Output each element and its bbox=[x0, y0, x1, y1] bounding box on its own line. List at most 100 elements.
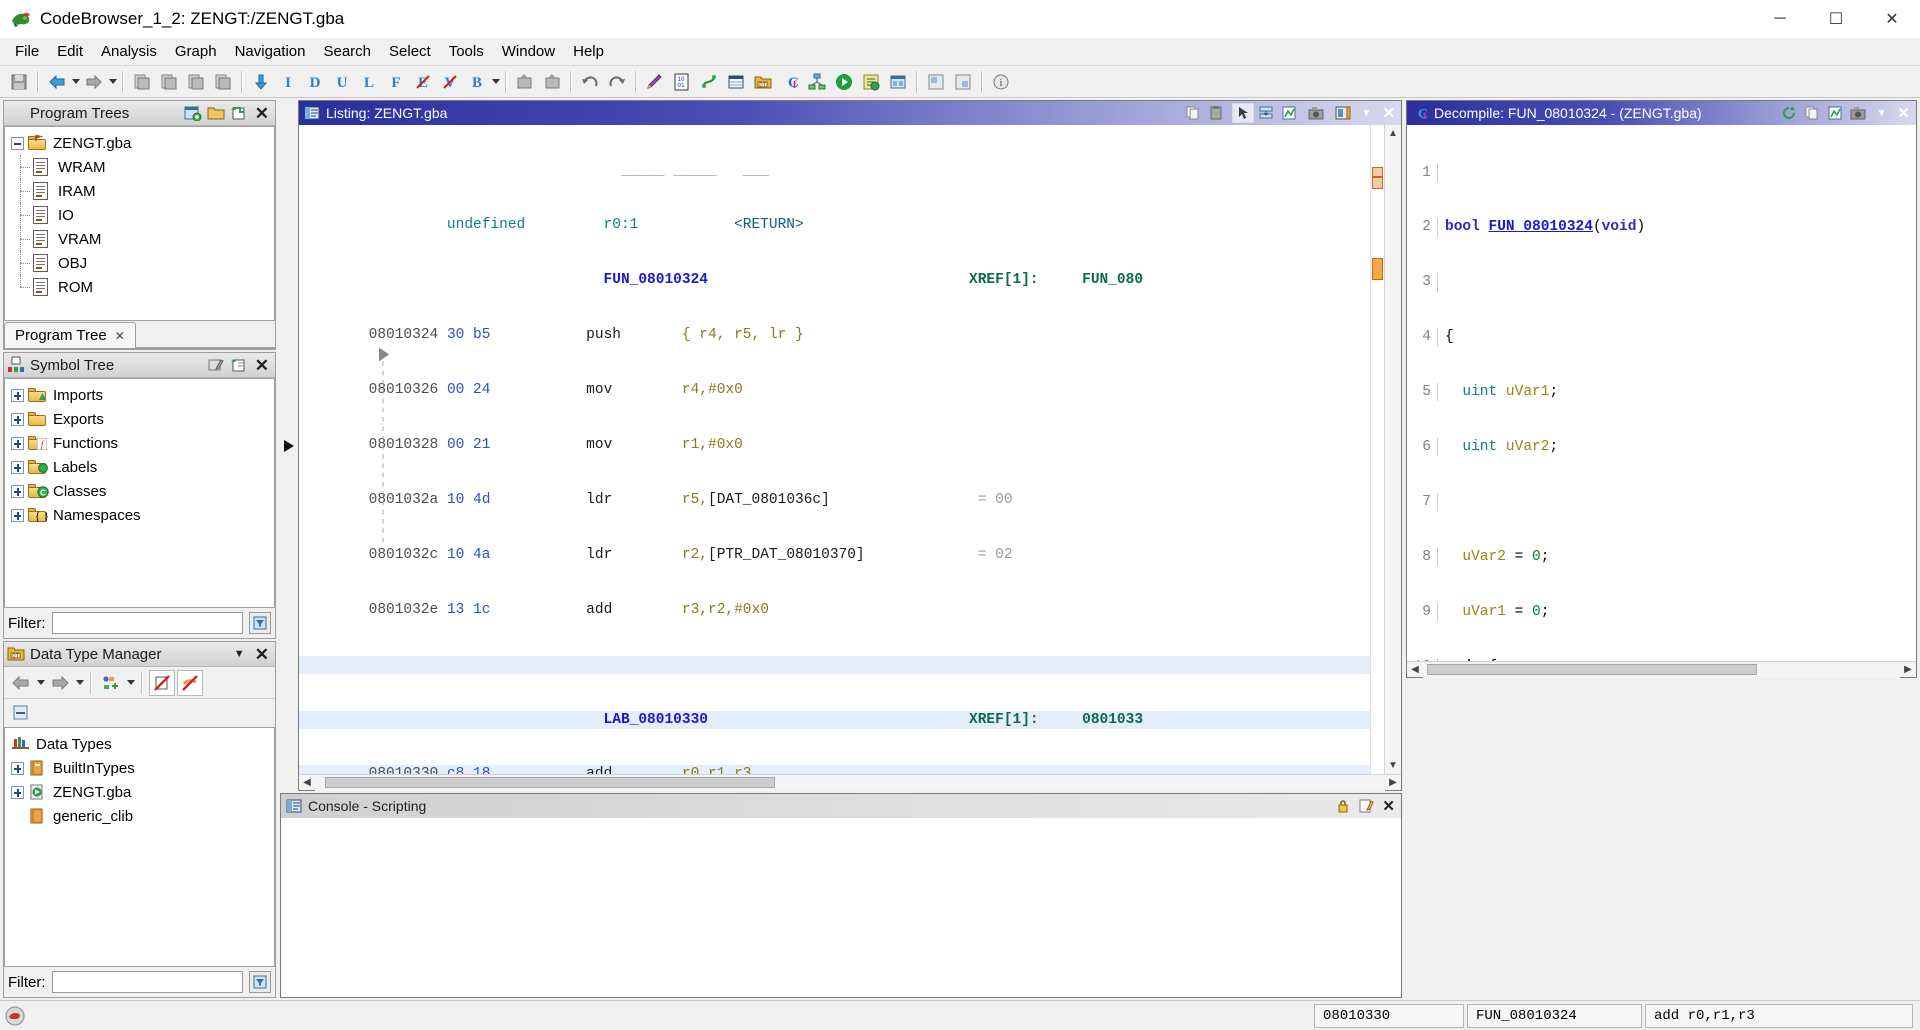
listing-row-instruction[interactable]: 0801032a 10 4d ldr r5,[DAT_0801036c] = 0… bbox=[299, 491, 1370, 509]
symbol-filter-options-icon[interactable] bbox=[249, 612, 271, 634]
symbol-node-namespaces[interactable]: { } Namespaces bbox=[7, 503, 272, 527]
paste-icon[interactable] bbox=[1205, 103, 1227, 123]
listing-close-button[interactable]: ✕ bbox=[1378, 104, 1399, 122]
listing-rows[interactable]: _____ _____ ___ undefined r0:1 <RETURN> … bbox=[299, 125, 1370, 774]
scroll-up-button[interactable]: ▲ bbox=[1385, 125, 1402, 142]
dtm-forward-dropdown-icon[interactable] bbox=[75, 672, 84, 694]
listing-row-instruction[interactable]: 08010326 00 24 mov r4,#0x0 bbox=[299, 381, 1370, 399]
new-datatype-icon[interactable] bbox=[98, 670, 124, 696]
undefined-filter-u-icon[interactable]: U bbox=[329, 69, 355, 95]
save-icon[interactable] bbox=[6, 69, 32, 95]
console-output-area[interactable] bbox=[281, 818, 1401, 997]
tab-program-tree[interactable]: Program Tree ✕ bbox=[4, 322, 136, 348]
symbol-table-icon[interactable] bbox=[723, 69, 749, 95]
decompiler-horizontal-scrollbar[interactable]: ◀ ▶ bbox=[1407, 661, 1916, 678]
decompiler-line[interactable]: 7 bbox=[1407, 492, 1916, 512]
clear-console-icon[interactable] bbox=[1355, 796, 1377, 816]
expand-toggle[interactable] bbox=[9, 411, 26, 428]
collapse-toggle[interactable] bbox=[9, 135, 26, 152]
data-filter-d-icon[interactable]: D bbox=[302, 69, 328, 95]
previous-location-icon[interactable] bbox=[129, 69, 155, 95]
menu-graph[interactable]: Graph bbox=[166, 40, 226, 63]
menu-navigation[interactable]: Navigation bbox=[226, 40, 315, 63]
datatype-node-zengt[interactable]: ZENGT.gba bbox=[7, 780, 272, 804]
copy-icon[interactable] bbox=[1182, 103, 1204, 123]
tree-node-vram[interactable]: VRAM bbox=[7, 227, 272, 251]
disable-filter-arrays-icon[interactable] bbox=[149, 669, 175, 696]
datatype-node-root[interactable]: Data Types bbox=[7, 732, 272, 756]
label-filter-l-icon[interactable]: L bbox=[356, 69, 382, 95]
create-folder-icon[interactable] bbox=[183, 103, 204, 124]
menu-analysis[interactable]: Analysis bbox=[92, 40, 166, 63]
close-button[interactable]: ✕ bbox=[1864, 0, 1920, 38]
instruction-filter-i-icon[interactable]: I bbox=[275, 69, 301, 95]
listing-row-instruction[interactable]: 08010328 00 21 mov r1,#0x0 bbox=[299, 436, 1370, 454]
listing-row-instruction[interactable]: 0801032e 13 1c add r3,r2,#0x0 bbox=[299, 601, 1370, 619]
listing-row-label[interactable]: LAB_08010330 XREF[1]: 0801033 bbox=[299, 710, 1370, 729]
forward-dropdown-icon[interactable] bbox=[108, 71, 117, 93]
minimize-button[interactable]: ─ bbox=[1752, 0, 1808, 38]
lock-icon[interactable] bbox=[1332, 796, 1354, 816]
decompiler-line[interactable]: 6 uint uVar2; bbox=[1407, 438, 1916, 457]
disable-filter-pointers-icon[interactable] bbox=[177, 669, 203, 696]
tree-node-obj[interactable]: OBJ bbox=[7, 251, 272, 275]
expand-toggle[interactable] bbox=[9, 784, 26, 801]
forward-arrow-icon[interactable] bbox=[81, 69, 107, 95]
select-complement-icon[interactable] bbox=[950, 69, 976, 95]
bookmark-marker[interactable] bbox=[1372, 167, 1383, 177]
decompiler-line[interactable]: 4{ bbox=[1407, 328, 1916, 347]
open-diff-icon[interactable] bbox=[1278, 103, 1300, 123]
decompiler-line[interactable]: 2 bool FUN_08010324(void) bbox=[1407, 218, 1916, 237]
listing-horizontal-scrollbar[interactable]: ◀ ▶ bbox=[299, 774, 1401, 791]
diff-view-icon[interactable] bbox=[1255, 103, 1277, 123]
decompiler-line[interactable]: 1 bbox=[1407, 163, 1916, 182]
bookmark-marker[interactable] bbox=[1372, 177, 1383, 189]
menu-edit[interactable]: Edit bbox=[48, 40, 92, 63]
listing-row-signature[interactable]: undefined r0:1 <RETURN> bbox=[299, 216, 1370, 234]
tree-node-rom[interactable]: ROM bbox=[7, 275, 272, 299]
edit-fields-icon[interactable] bbox=[1332, 103, 1354, 123]
listing-row-function-label[interactable]: FUN_08010324 XREF[1]: FUN_080 bbox=[299, 271, 1370, 289]
dtm-back-arrow-icon[interactable] bbox=[8, 670, 34, 696]
decompiler-line[interactable]: 10 do { bbox=[1407, 657, 1916, 661]
data-type-manager-icon[interactable]: DT bbox=[750, 69, 776, 95]
listing-code-content[interactable]: _____ _____ ___ undefined r0:1 <RETURN> … bbox=[299, 125, 1370, 774]
expand-toggle[interactable] bbox=[9, 483, 26, 500]
symbol-tree-close-button[interactable]: ✕ bbox=[252, 357, 272, 374]
decompiler-menu-dropdown-icon[interactable]: ▼ bbox=[1870, 103, 1892, 123]
function-filter-f-icon[interactable]: F bbox=[383, 69, 409, 95]
tree-node-io[interactable]: IO bbox=[7, 203, 272, 227]
decompiler-icon[interactable]: Cf bbox=[777, 69, 803, 95]
no-external-filter-icon[interactable]: E bbox=[410, 69, 436, 95]
hscroll-thumb[interactable] bbox=[1427, 663, 1757, 675]
hscroll-track[interactable] bbox=[1423, 661, 1900, 678]
scroll-left-button[interactable]: ◀ bbox=[299, 775, 315, 791]
scroll-track[interactable] bbox=[1385, 142, 1402, 757]
expand-toggle[interactable] bbox=[9, 435, 26, 452]
open-folder-icon[interactable] bbox=[206, 103, 227, 124]
redo-icon[interactable] bbox=[604, 69, 630, 95]
tree-root-node[interactable]: ZENGT.gba bbox=[7, 131, 272, 155]
decompiler-line[interactable]: 9 uVar1 = 0; bbox=[1407, 602, 1916, 622]
run-script-icon[interactable] bbox=[831, 69, 857, 95]
data-type-manager-menu-icon[interactable]: ▼ bbox=[229, 644, 250, 665]
datatype-filter-options-icon[interactable] bbox=[249, 971, 271, 993]
select-block-icon[interactable] bbox=[923, 69, 949, 95]
menu-help[interactable]: Help bbox=[564, 40, 613, 63]
data-type-manager-close-button[interactable]: ✕ bbox=[252, 646, 272, 663]
new-datatype-dropdown-icon[interactable] bbox=[126, 672, 135, 694]
previous-function-icon[interactable] bbox=[183, 69, 209, 95]
bookmark-filter-b-icon[interactable]: B bbox=[464, 69, 490, 95]
export-tree-icon[interactable] bbox=[229, 103, 250, 124]
hscroll-thumb[interactable] bbox=[325, 776, 775, 788]
snapshot-icon[interactable] bbox=[1847, 103, 1869, 123]
expand-toggle[interactable] bbox=[9, 459, 26, 476]
symbol-node-classes[interactable]: C Classes bbox=[7, 479, 272, 503]
listing-vertical-scrollbar[interactable]: ▲ ▼ bbox=[1384, 125, 1401, 774]
collapse-all-icon[interactable] bbox=[8, 700, 34, 726]
expand-toggle[interactable] bbox=[9, 760, 26, 777]
menu-tools[interactable]: Tools bbox=[440, 40, 493, 63]
dtm-forward-arrow-icon[interactable] bbox=[47, 670, 73, 696]
undo-icon[interactable] bbox=[577, 69, 603, 95]
tab-close-icon[interactable]: ✕ bbox=[115, 329, 125, 343]
